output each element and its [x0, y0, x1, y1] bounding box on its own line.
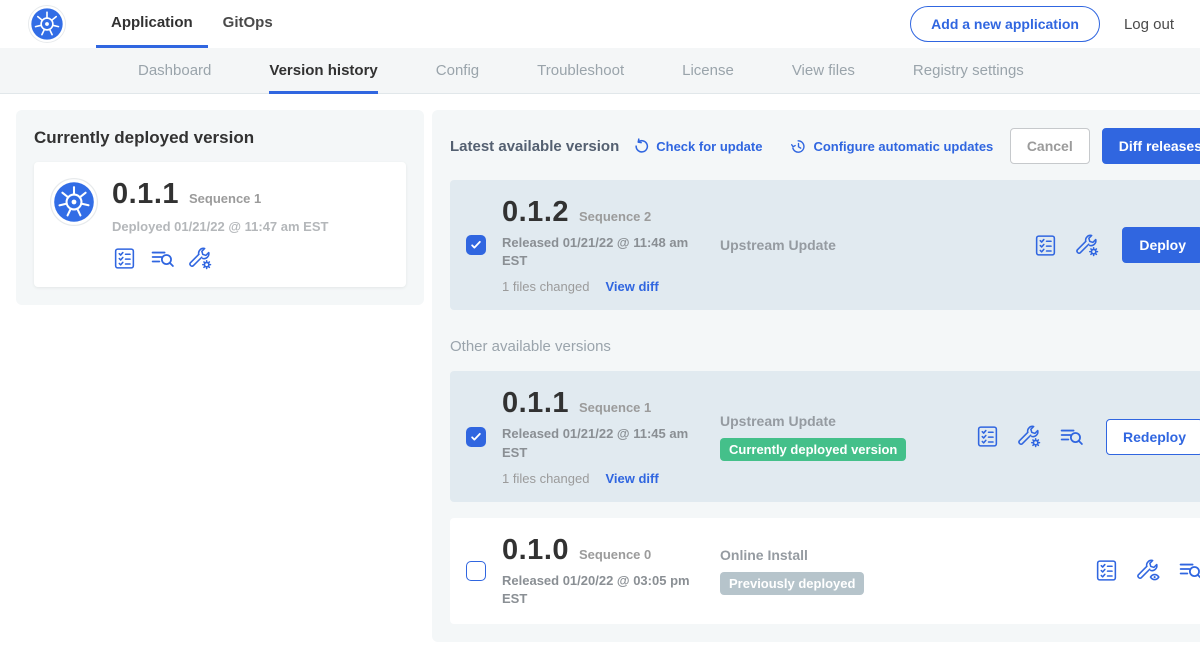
configure-automatic-updates-label: Configure automatic updates [813, 139, 993, 154]
deploy-action-button[interactable]: Deploy [1122, 227, 1200, 263]
tab-gitops[interactable]: GitOps [208, 0, 288, 48]
check-for-update-label: Check for update [656, 139, 762, 154]
released-timestamp: Released 01/21/22 @ 11:48 am EST [502, 234, 702, 270]
logout-link[interactable]: Log out [1124, 16, 1174, 33]
preflight-checks-icon[interactable] [975, 424, 1000, 449]
currently-deployed-panel: Currently deployed version [16, 110, 424, 305]
diff-releases-button[interactable]: Diff releases [1102, 128, 1200, 164]
kubernetes-app-icon [50, 178, 98, 226]
tab-license[interactable]: License [682, 62, 734, 94]
check-for-update-link[interactable]: Check for update [633, 138, 762, 155]
schedule-update-icon [790, 138, 807, 155]
view-files-icon[interactable] [150, 246, 175, 271]
version-source-label: Upstream Update [720, 413, 975, 429]
view-config-icon[interactable] [1136, 558, 1161, 583]
edit-config-icon[interactable] [188, 246, 213, 271]
tab-version-history[interactable]: Version history [269, 62, 377, 94]
version-row: 0.1.2 Sequence 2 Released 01/21/22 @ 11:… [450, 180, 1200, 310]
deployed-version-number: 0.1.1 [112, 178, 179, 211]
top-navigation: Application GitOps Add a new application… [0, 0, 1200, 48]
version-number: 0.1.2 [502, 196, 569, 229]
version-select-checkbox[interactable] [466, 561, 486, 581]
files-changed-label: 1 files changed [502, 279, 589, 294]
app-mode-tabs: Application GitOps [96, 0, 288, 48]
sequence-label: Sequence 1 [579, 400, 651, 415]
version-number: 0.1.1 [502, 387, 569, 420]
tab-view-files[interactable]: View files [792, 62, 855, 94]
sequence-label: Sequence 0 [579, 547, 651, 562]
sequence-label: Sequence 2 [579, 209, 651, 224]
deploy-status-badge: Previously deployed [720, 572, 864, 595]
deployed-sequence-label: Sequence 1 [189, 191, 261, 206]
preflight-checks-icon[interactable] [1033, 233, 1058, 258]
deployed-version-card: 0.1.1 Sequence 1 Deployed 01/21/22 @ 11:… [34, 162, 406, 287]
view-diff-link[interactable]: View diff [605, 279, 658, 294]
edit-config-icon[interactable] [1017, 424, 1042, 449]
view-files-icon[interactable] [1059, 424, 1084, 449]
version-select-checkbox[interactable] [466, 235, 486, 255]
deploy-status-badge: Currently deployed version [720, 438, 906, 461]
tab-config[interactable]: Config [436, 62, 479, 94]
kubernetes-logo-icon [28, 5, 66, 43]
configure-automatic-updates-link[interactable]: Configure automatic updates [790, 138, 993, 155]
version-select-checkbox[interactable] [466, 427, 486, 447]
released-timestamp: Released 01/20/22 @ 03:05 pm EST [502, 572, 702, 608]
tab-registry-settings[interactable]: Registry settings [913, 62, 1024, 94]
preflight-checks-icon[interactable] [1094, 558, 1119, 583]
cancel-button[interactable]: Cancel [1010, 128, 1090, 164]
version-source-label: Online Install [720, 547, 975, 563]
deployed-timestamp: Deployed 01/21/22 @ 11:47 am EST [112, 219, 328, 234]
app-section-tabs: Dashboard Version history Config Trouble… [0, 48, 1200, 94]
view-files-icon[interactable] [1178, 558, 1200, 583]
view-diff-link[interactable]: View diff [605, 471, 658, 486]
released-timestamp: Released 01/21/22 @ 11:45 am EST [502, 425, 702, 461]
deploy-action-button[interactable]: Redeploy [1106, 419, 1200, 455]
tab-dashboard[interactable]: Dashboard [138, 62, 211, 94]
preflight-checks-icon[interactable] [112, 246, 137, 271]
latest-available-title: Latest available version [450, 138, 619, 155]
other-available-versions-title: Other available versions [450, 338, 1200, 355]
available-versions-panel: Latest available version Check for updat… [432, 110, 1200, 642]
refresh-icon [633, 138, 650, 155]
edit-config-icon[interactable] [1075, 233, 1100, 258]
add-new-application-button[interactable]: Add a new application [910, 6, 1100, 42]
version-source-label: Upstream Update [720, 237, 975, 253]
tab-troubleshoot[interactable]: Troubleshoot [537, 62, 624, 94]
currently-deployed-title: Currently deployed version [34, 128, 406, 148]
version-row: 0.1.0 Sequence 0 Released 01/20/22 @ 03:… [450, 518, 1200, 624]
tab-application[interactable]: Application [96, 0, 208, 48]
version-number: 0.1.0 [502, 534, 569, 567]
version-row: 0.1.1 Sequence 1 Released 01/21/22 @ 11:… [450, 371, 1200, 501]
files-changed-label: 1 files changed [502, 471, 589, 486]
